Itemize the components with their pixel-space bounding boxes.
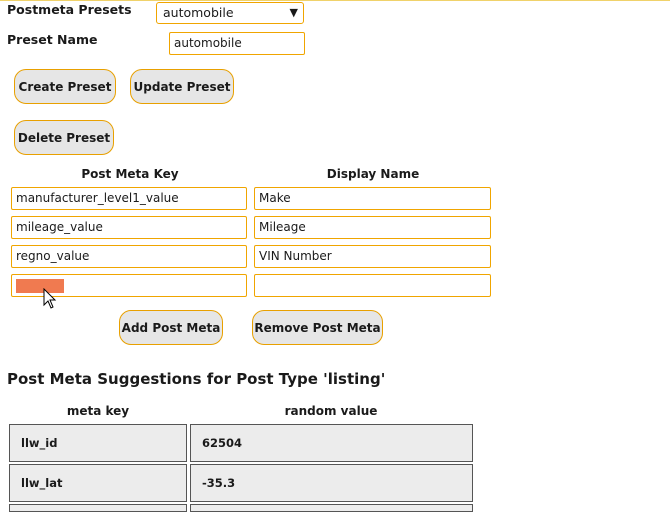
display-name-input-2[interactable]: Mileage bbox=[254, 216, 491, 239]
display-name-input-3[interactable]: VIN Number bbox=[254, 245, 491, 268]
display-name-input-4[interactable] bbox=[254, 274, 491, 297]
random-value-column-header: random value bbox=[284, 404, 378, 418]
suggestion-value-cell: -35.3 bbox=[190, 464, 473, 502]
suggestions-title: Post Meta Suggestions for Post Type 'lis… bbox=[7, 370, 386, 388]
preset-select-value: automobile bbox=[163, 5, 234, 20]
preset-name-label: Preset Name bbox=[7, 32, 98, 47]
meta-key-input-1[interactable]: manufacturer_level1_value bbox=[11, 187, 247, 210]
suggestion-key-cell: llw_lat bbox=[9, 464, 187, 502]
post-meta-key-header: Post Meta Key bbox=[81, 167, 179, 181]
display-name-header: Display Name bbox=[326, 167, 420, 181]
preset-name-input[interactable]: automobile bbox=[169, 32, 305, 55]
create-preset-button[interactable]: Create Preset bbox=[14, 69, 116, 104]
suggestion-key-cell bbox=[9, 504, 187, 512]
postmeta-presets-label: Postmeta Presets bbox=[7, 2, 132, 17]
suggestion-key-cell: llw_id bbox=[9, 424, 187, 462]
delete-preset-button[interactable]: Delete Preset bbox=[14, 120, 114, 155]
top-divider bbox=[0, 0, 670, 1]
display-name-input-1[interactable]: Make bbox=[254, 187, 491, 210]
mouse-pointer-icon bbox=[43, 288, 57, 309]
suggestion-value-cell: 62504 bbox=[190, 424, 473, 462]
update-preset-button[interactable]: Update Preset bbox=[130, 69, 234, 104]
meta-key-input-2[interactable]: mileage_value bbox=[11, 216, 247, 239]
meta-key-input-3[interactable]: regno_value bbox=[11, 245, 247, 268]
meta-key-column-header: meta key bbox=[66, 404, 130, 418]
caret-down-icon: ▼ bbox=[289, 6, 298, 19]
remove-post-meta-button[interactable]: Remove Post Meta bbox=[252, 310, 383, 345]
suggestion-value-cell bbox=[190, 504, 473, 512]
preset-select[interactable]: automobile ▼ bbox=[156, 2, 304, 24]
add-post-meta-button[interactable]: Add Post Meta bbox=[119, 310, 223, 345]
